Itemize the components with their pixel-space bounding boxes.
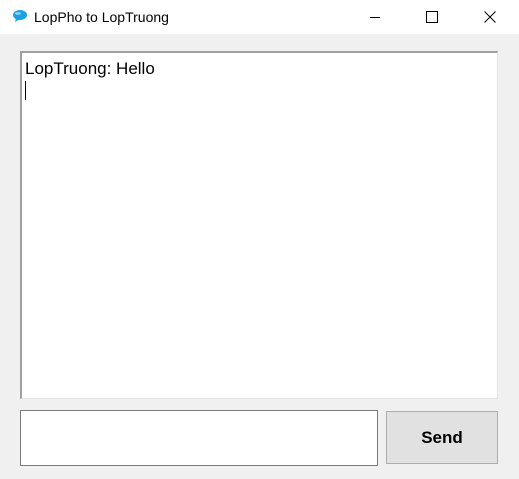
- close-icon: [484, 11, 496, 23]
- maximize-button[interactable]: [403, 0, 461, 34]
- send-button-label: Send: [421, 427, 463, 447]
- send-button[interactable]: Send: [386, 411, 498, 464]
- chat-message: LopTruong: Hello: [25, 59, 155, 78]
- title-bar[interactable]: LopPho to LopTruong: [0, 0, 519, 34]
- maximize-icon: [426, 11, 438, 23]
- minimize-button[interactable]: [346, 0, 404, 34]
- close-button[interactable]: [461, 0, 519, 34]
- chat-history-textbox[interactable]: LopTruong: Hello: [20, 51, 498, 399]
- message-input[interactable]: [20, 410, 378, 466]
- minimize-icon: [369, 11, 381, 23]
- text-caret: [25, 81, 26, 100]
- window-title: LopPho to LopTruong: [34, 9, 169, 25]
- chat-bubble-icon: [12, 9, 28, 23]
